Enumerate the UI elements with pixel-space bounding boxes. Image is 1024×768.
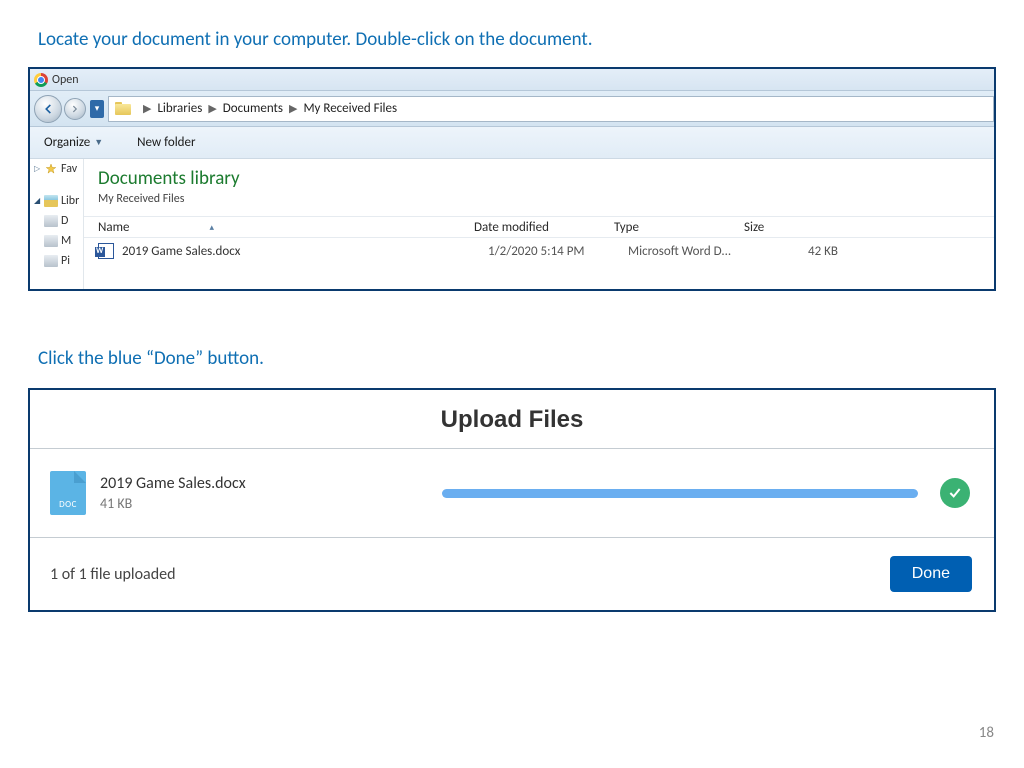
caret-down-icon: ▼ bbox=[94, 137, 103, 148]
upload-file-name: 2019 Game Sales.docx bbox=[100, 474, 420, 493]
disk-icon bbox=[44, 255, 58, 267]
file-size: 42 KB bbox=[758, 244, 848, 259]
window-title: Open bbox=[52, 73, 79, 87]
breadcrumb-my-received-files[interactable]: My Received Files bbox=[303, 101, 397, 116]
file-list-pane: Documents library My Received Files Name… bbox=[84, 159, 994, 289]
nav-sidebar: ▷ Fav ◢ Libr D M bbox=[30, 159, 84, 289]
library-title: Documents library bbox=[98, 167, 994, 190]
chevron-right-icon: ▶ bbox=[143, 102, 151, 115]
upload-file-row: 2019 Game Sales.docx 41 KB bbox=[30, 449, 994, 538]
nav-bar: ▾ ▶ Libraries ▶ Documents ▶ My Received … bbox=[30, 91, 994, 127]
collapse-icon: ◢ bbox=[34, 196, 44, 206]
upload-status: 1 of 1 file uploaded bbox=[50, 565, 175, 584]
upload-progress-bar bbox=[442, 489, 918, 498]
sidebar-item[interactable]: M bbox=[30, 231, 83, 251]
expand-icon: ▷ bbox=[34, 164, 44, 174]
column-size[interactable]: Size bbox=[744, 220, 834, 235]
instruction-1: Locate your document in your computer. D… bbox=[0, 0, 1024, 67]
sort-asc-icon: ▴ bbox=[209, 222, 214, 233]
address-bar[interactable]: ▶ Libraries ▶ Documents ▶ My Received Fi… bbox=[108, 96, 994, 122]
forward-button[interactable] bbox=[64, 98, 86, 120]
library-subtitle: My Received Files bbox=[98, 192, 994, 206]
libraries-icon bbox=[44, 195, 58, 207]
sidebar-label: M bbox=[61, 234, 71, 248]
breadcrumb-documents[interactable]: Documents bbox=[223, 101, 283, 116]
success-check-icon bbox=[940, 478, 970, 508]
new-folder-button[interactable]: New folder bbox=[137, 135, 195, 150]
sidebar-label: Pi bbox=[61, 254, 70, 268]
disk-icon bbox=[44, 235, 58, 247]
folder-icon bbox=[115, 102, 131, 115]
star-icon bbox=[44, 162, 58, 176]
file-row[interactable]: 2019 Game Sales.docx 1/2/2020 5:14 PM Mi… bbox=[84, 238, 994, 264]
chrome-icon bbox=[34, 73, 48, 87]
disk-icon bbox=[44, 215, 58, 227]
instruction-2: Click the blue “Done” button. bbox=[0, 347, 1024, 388]
chevron-right-icon: ▶ bbox=[289, 102, 297, 115]
column-name[interactable]: Name▴ bbox=[84, 220, 474, 235]
nav-history-dropdown[interactable]: ▾ bbox=[90, 100, 104, 118]
sidebar-favorites[interactable]: ▷ Fav bbox=[30, 159, 83, 179]
column-type[interactable]: Type bbox=[614, 220, 744, 235]
sidebar-item[interactable]: Pi bbox=[30, 251, 83, 271]
back-button[interactable] bbox=[34, 95, 62, 123]
title-bar: Open bbox=[30, 69, 994, 91]
file-name: 2019 Game Sales.docx bbox=[122, 244, 488, 259]
file-open-dialog: Open ▾ ▶ Libraries ▶ Documents ▶ My Rece… bbox=[28, 67, 996, 291]
done-button[interactable]: Done bbox=[890, 556, 972, 592]
sidebar-label: Libr bbox=[61, 194, 79, 208]
upload-files-panel: Upload Files 2019 Game Sales.docx 41 KB … bbox=[28, 388, 996, 612]
breadcrumb-libraries[interactable]: Libraries bbox=[157, 101, 202, 116]
sidebar-label: Fav bbox=[61, 162, 77, 176]
file-type: Microsoft Word D... bbox=[628, 244, 758, 259]
doc-file-icon bbox=[50, 471, 86, 515]
sidebar-libraries[interactable]: ◢ Libr bbox=[30, 191, 83, 211]
upload-title: Upload Files bbox=[30, 390, 994, 449]
word-doc-icon bbox=[98, 243, 114, 259]
command-bar: Organize▼ New folder bbox=[30, 127, 994, 159]
sidebar-item[interactable]: D bbox=[30, 211, 83, 231]
column-headers: Name▴ Date modified Type Size bbox=[84, 216, 994, 238]
upload-file-size: 41 KB bbox=[100, 495, 420, 512]
chevron-right-icon: ▶ bbox=[208, 102, 216, 115]
file-date: 1/2/2020 5:14 PM bbox=[488, 244, 628, 259]
sidebar-label: D bbox=[61, 214, 68, 228]
page-number: 18 bbox=[979, 724, 994, 742]
organize-button[interactable]: Organize▼ bbox=[44, 135, 103, 150]
column-date[interactable]: Date modified bbox=[474, 220, 614, 235]
